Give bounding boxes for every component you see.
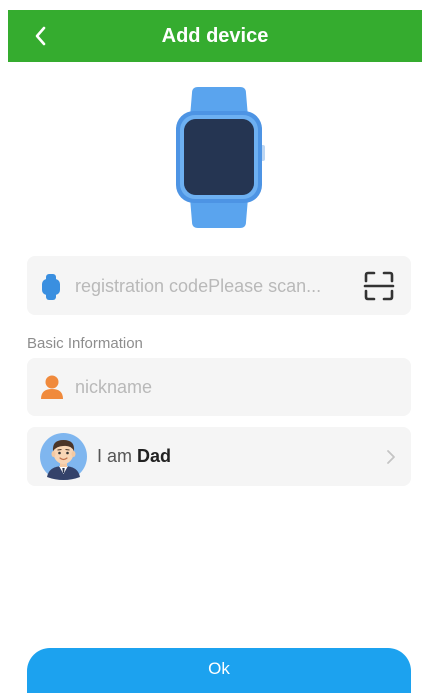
registration-code-input[interactable]: [75, 273, 345, 299]
registration-code-row: [27, 256, 411, 315]
relation-selector[interactable]: I am Dad: [27, 427, 411, 486]
scan-button[interactable]: [362, 269, 396, 303]
relation-text: I am Dad: [97, 446, 171, 467]
dad-avatar-icon: [40, 433, 87, 480]
basic-information-label: Basic Information: [27, 335, 143, 352]
relation-value: Dad: [137, 446, 172, 466]
chevron-right-icon: [387, 450, 395, 464]
watch-icon: [42, 274, 60, 300]
header-bar: Add device: [8, 10, 422, 62]
person-icon: [41, 375, 63, 399]
nickname-input[interactable]: [75, 374, 375, 400]
smartwatch-icon: [176, 87, 265, 228]
ok-button[interactable]: Ok: [27, 648, 411, 693]
page-title: Add device: [161, 25, 269, 47]
scan-icon: [363, 271, 395, 301]
add-device-screen: Add device Basic Infor: [0, 0, 422, 693]
nickname-row: [27, 358, 411, 416]
relation-prefix: I am: [97, 446, 138, 466]
